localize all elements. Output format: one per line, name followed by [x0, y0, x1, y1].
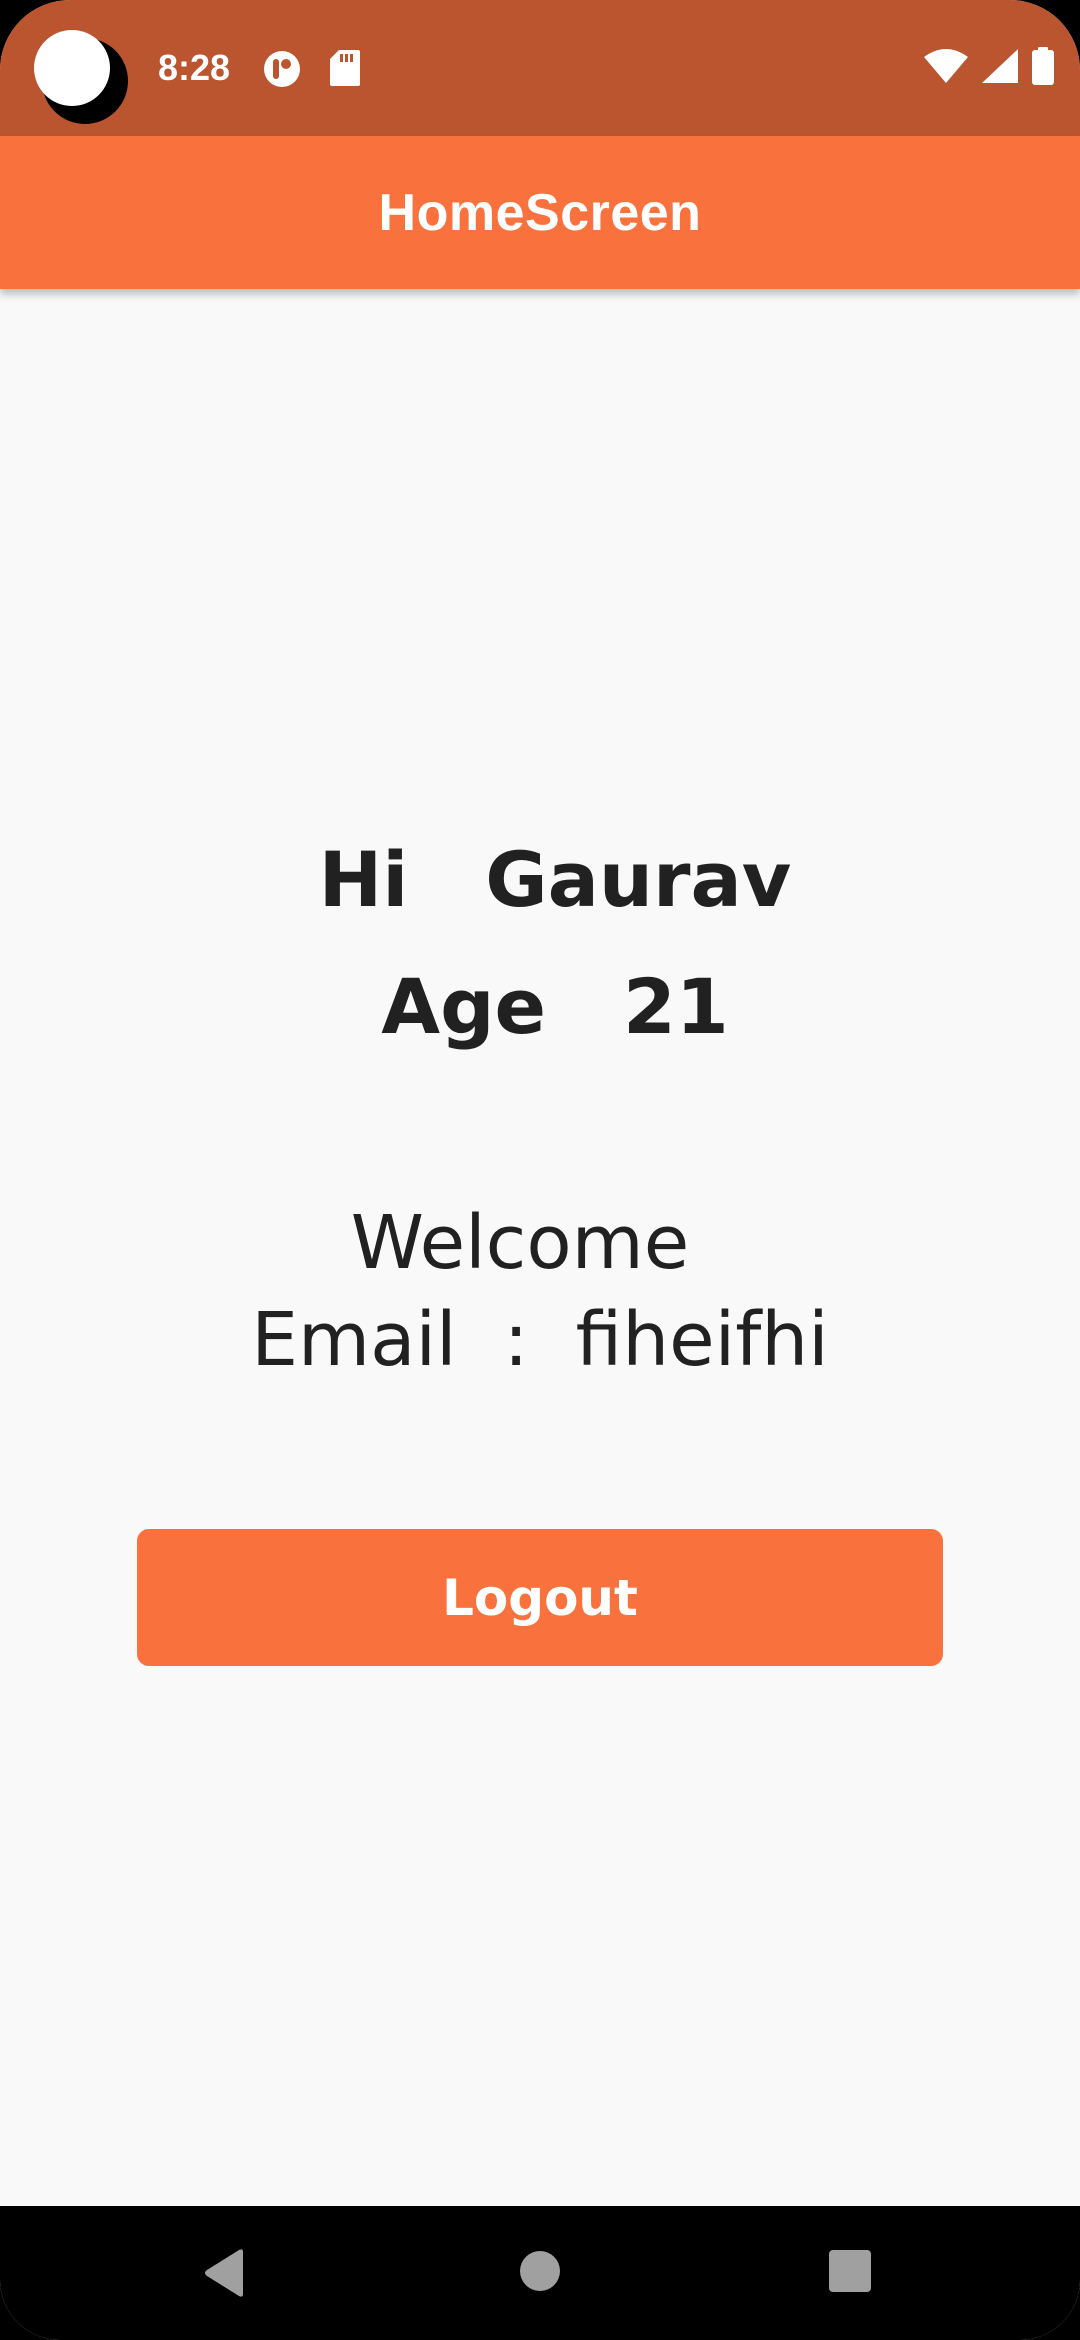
status-time: 8:28 — [158, 47, 231, 88]
app-bar: HomeScreen — [0, 136, 1080, 289]
greeting-age: Age 21 — [381, 962, 729, 1051]
battery-icon — [1032, 47, 1054, 89]
app-notification-icon — [263, 50, 301, 92]
sd-card-icon — [330, 50, 360, 90]
wifi-icon — [924, 49, 968, 87]
recents-icon[interactable] — [829, 2250, 871, 2296]
camera-cutout — [34, 30, 128, 124]
greeting-name: Hi Gaurav — [318, 835, 792, 924]
email-text: Email : fiheifhi — [251, 1297, 829, 1383]
screen: 8:28 HomeScreen Hi Gaurav Age 21 Welcome… — [0, 0, 1080, 2340]
logout-button[interactable]: Logout — [137, 1529, 943, 1666]
navigation-bar — [0, 2206, 1080, 2340]
cellular-signal-icon — [982, 49, 1018, 87]
welcome-text: Welcome — [350, 1200, 690, 1286]
status-bar: 8:28 — [0, 0, 1080, 136]
back-icon[interactable] — [203, 2248, 247, 2302]
home-icon[interactable] — [519, 2250, 561, 2296]
app-title: HomeScreen — [378, 183, 702, 242]
